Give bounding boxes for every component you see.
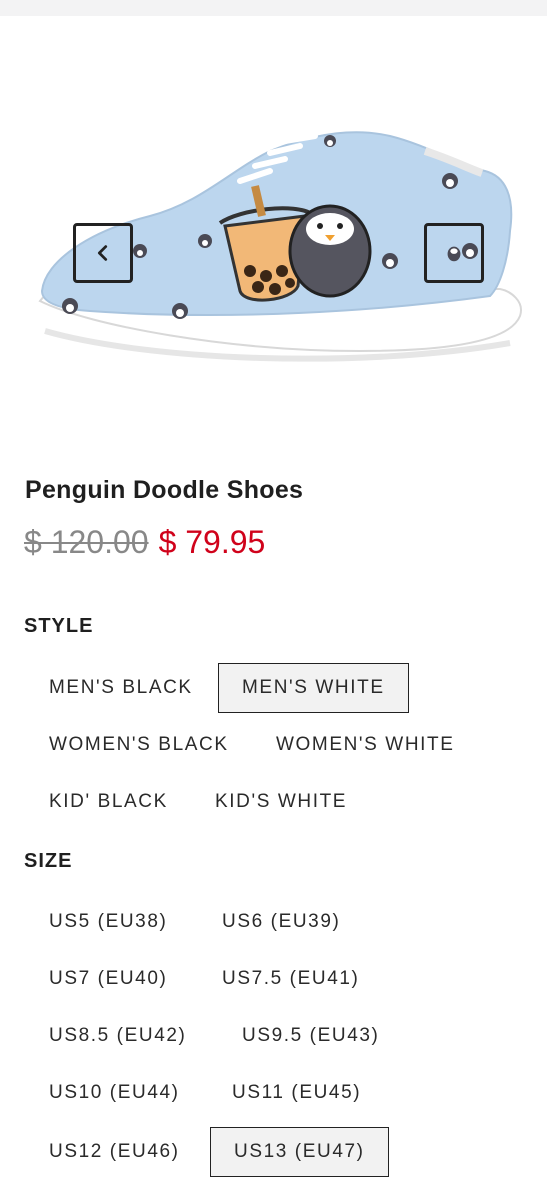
size-label: SIZE <box>24 850 73 872</box>
size-option-us5[interactable]: US5 (EU38) <box>25 897 191 947</box>
size-option-us8-5[interactable]: US8.5 (EU42) <box>25 1011 210 1061</box>
style-option-kids-white[interactable]: KID'S WHITE <box>191 777 371 827</box>
size-option-us6[interactable]: US6 (EU39) <box>198 897 364 947</box>
gallery-prev-button[interactable] <box>73 223 133 283</box>
gallery-next-button[interactable] <box>424 223 484 283</box>
style-option-kids-black[interactable]: KID' BLACK <box>25 777 192 827</box>
size-option-us9-5[interactable]: US9.5 (EU43) <box>218 1011 403 1061</box>
original-price: $ 120.00 <box>24 524 149 560</box>
chevron-left-icon <box>97 245 108 261</box>
product-image-gallery[interactable] <box>0 16 547 446</box>
penguin-thumbnail-icon <box>447 246 461 262</box>
sale-price: $ 79.95 <box>158 524 266 560</box>
price-row: $ 120.00 $ 79.95 <box>24 524 265 561</box>
top-bar <box>0 0 547 16</box>
product-title: Penguin Doodle Shoes <box>25 476 304 504</box>
size-option-us13[interactable]: US13 (EU47) <box>210 1127 389 1177</box>
style-option-womens-black[interactable]: WOMEN'S BLACK <box>25 720 253 770</box>
style-option-womens-white[interactable]: WOMEN'S WHITE <box>252 720 479 770</box>
size-option-us12[interactable]: US12 (EU46) <box>25 1127 204 1177</box>
style-option-mens-white[interactable]: MEN'S WHITE <box>218 663 409 713</box>
size-option-us11[interactable]: US11 (EU45) <box>208 1068 385 1118</box>
style-label: STYLE <box>24 615 94 637</box>
size-option-us7[interactable]: US7 (EU40) <box>25 954 191 1004</box>
size-option-us10[interactable]: US10 (EU44) <box>25 1068 204 1118</box>
style-option-mens-black[interactable]: MEN'S BLACK <box>25 663 217 713</box>
size-option-us7-5[interactable]: US7.5 (EU41) <box>198 954 383 1004</box>
